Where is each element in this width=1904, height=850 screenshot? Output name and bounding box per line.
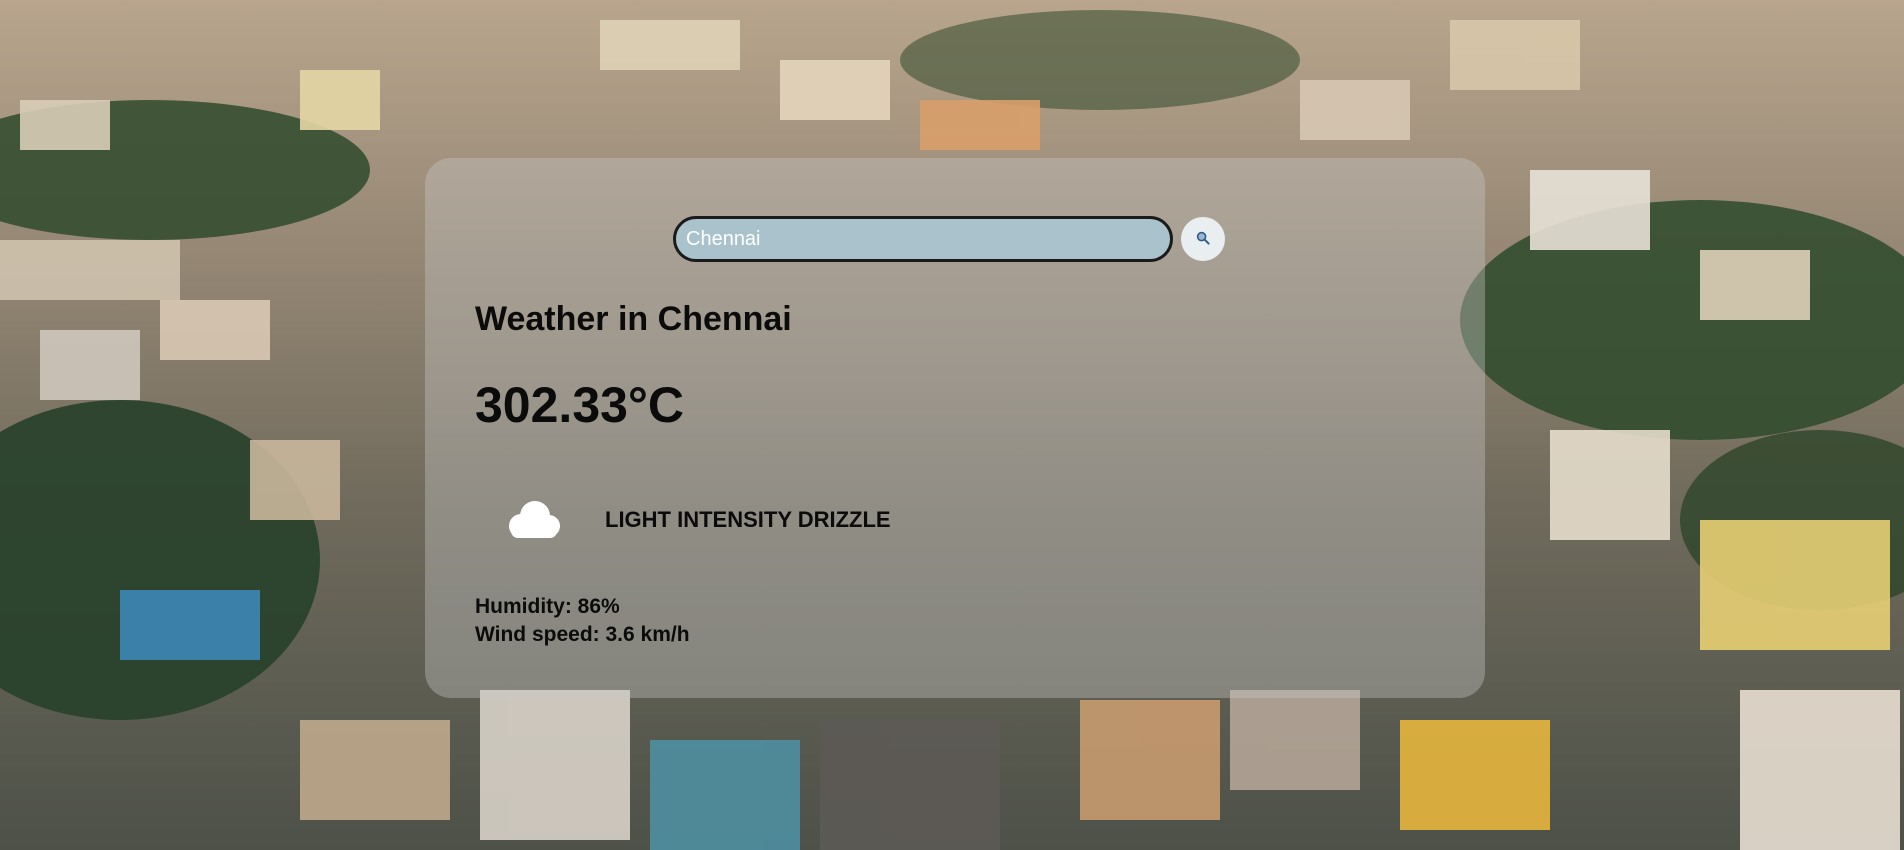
wind-speed-text: Wind speed: 3.6 km/h [475, 623, 690, 646]
humidity-text: Humidity: 86% [475, 595, 620, 618]
magnifier-icon [1196, 231, 1210, 248]
weather-description: LIGHT INTENSITY DRIZZLE [605, 507, 891, 532]
weather-card: Weather in Chennai 302.33°C LIGHT INTENS… [425, 158, 1485, 698]
weather-condition: LIGHT INTENSITY DRIZZLE [501, 498, 891, 542]
search-button[interactable] [1181, 217, 1225, 261]
cloud-icon [501, 498, 565, 542]
search-bar [673, 216, 1225, 262]
city-title: Weather in Chennai [475, 300, 792, 338]
search-input[interactable] [673, 216, 1173, 262]
temperature: 302.33°C [475, 377, 685, 433]
